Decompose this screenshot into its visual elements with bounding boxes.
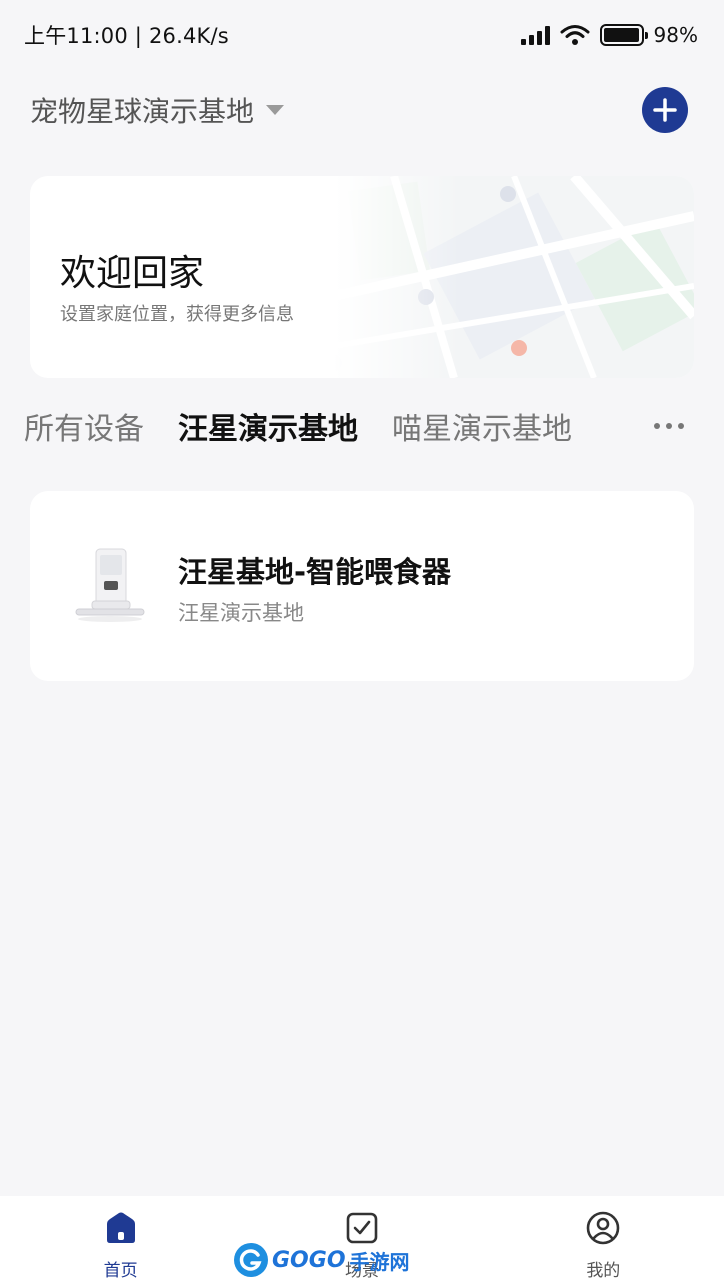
- nav-scenes[interactable]: 场景: [241, 1196, 482, 1287]
- battery-text: 98%: [653, 23, 698, 47]
- more-icon[interactable]: [654, 423, 684, 429]
- battery-icon: [599, 24, 648, 46]
- tab-cat-base[interactable]: 喵星演示基地: [392, 404, 572, 448]
- welcome-title: 欢迎回家: [60, 253, 205, 294]
- map-background: [334, 176, 694, 378]
- plus-icon: [653, 98, 677, 122]
- status-bar: 上午11:00 | 26.4K/s 98%: [0, 0, 724, 70]
- caret-down-icon: [266, 105, 285, 115]
- room-tabs: 所有设备 汪星演示基地 喵星演示基地: [24, 400, 684, 452]
- home-switcher[interactable]: 宠物星球演示基地: [30, 90, 285, 130]
- wifi-icon: [560, 25, 590, 45]
- nav-profile[interactable]: 我的: [483, 1196, 724, 1287]
- pet-feeder-image: [75, 548, 145, 622]
- profile-icon: [587, 1211, 620, 1245]
- bottom-nav: 首页 场景 我的: [0, 1196, 724, 1287]
- nav-home[interactable]: 首页: [0, 1196, 241, 1287]
- device-room: 汪星演示基地: [178, 601, 304, 625]
- status-indicators: 98%: [520, 23, 698, 47]
- device-card[interactable]: 汪星基地-智能喂食器 汪星演示基地: [30, 491, 694, 681]
- checkbox-icon: [346, 1212, 378, 1244]
- header: 宠物星球演示基地: [30, 86, 688, 134]
- home-icon: [106, 1212, 135, 1243]
- home-name: 宠物星球演示基地: [30, 95, 255, 128]
- nav-home-label: 首页: [103, 1261, 138, 1281]
- nav-scenes-label: 场景: [344, 1261, 379, 1281]
- welcome-subtitle: 设置家庭位置，获得更多信息: [60, 304, 294, 325]
- tab-all-devices[interactable]: 所有设备: [24, 404, 144, 448]
- add-button[interactable]: [642, 87, 688, 133]
- nav-profile-label: 我的: [586, 1261, 621, 1281]
- welcome-card[interactable]: 欢迎回家 设置家庭位置，获得更多信息: [30, 176, 694, 378]
- status-time-speed: 上午11:00 | 26.4K/s: [24, 24, 229, 48]
- tab-dog-base[interactable]: 汪星演示基地: [178, 404, 358, 448]
- device-name: 汪星基地-智能喂食器: [178, 555, 452, 589]
- signal-icon: [520, 25, 550, 45]
